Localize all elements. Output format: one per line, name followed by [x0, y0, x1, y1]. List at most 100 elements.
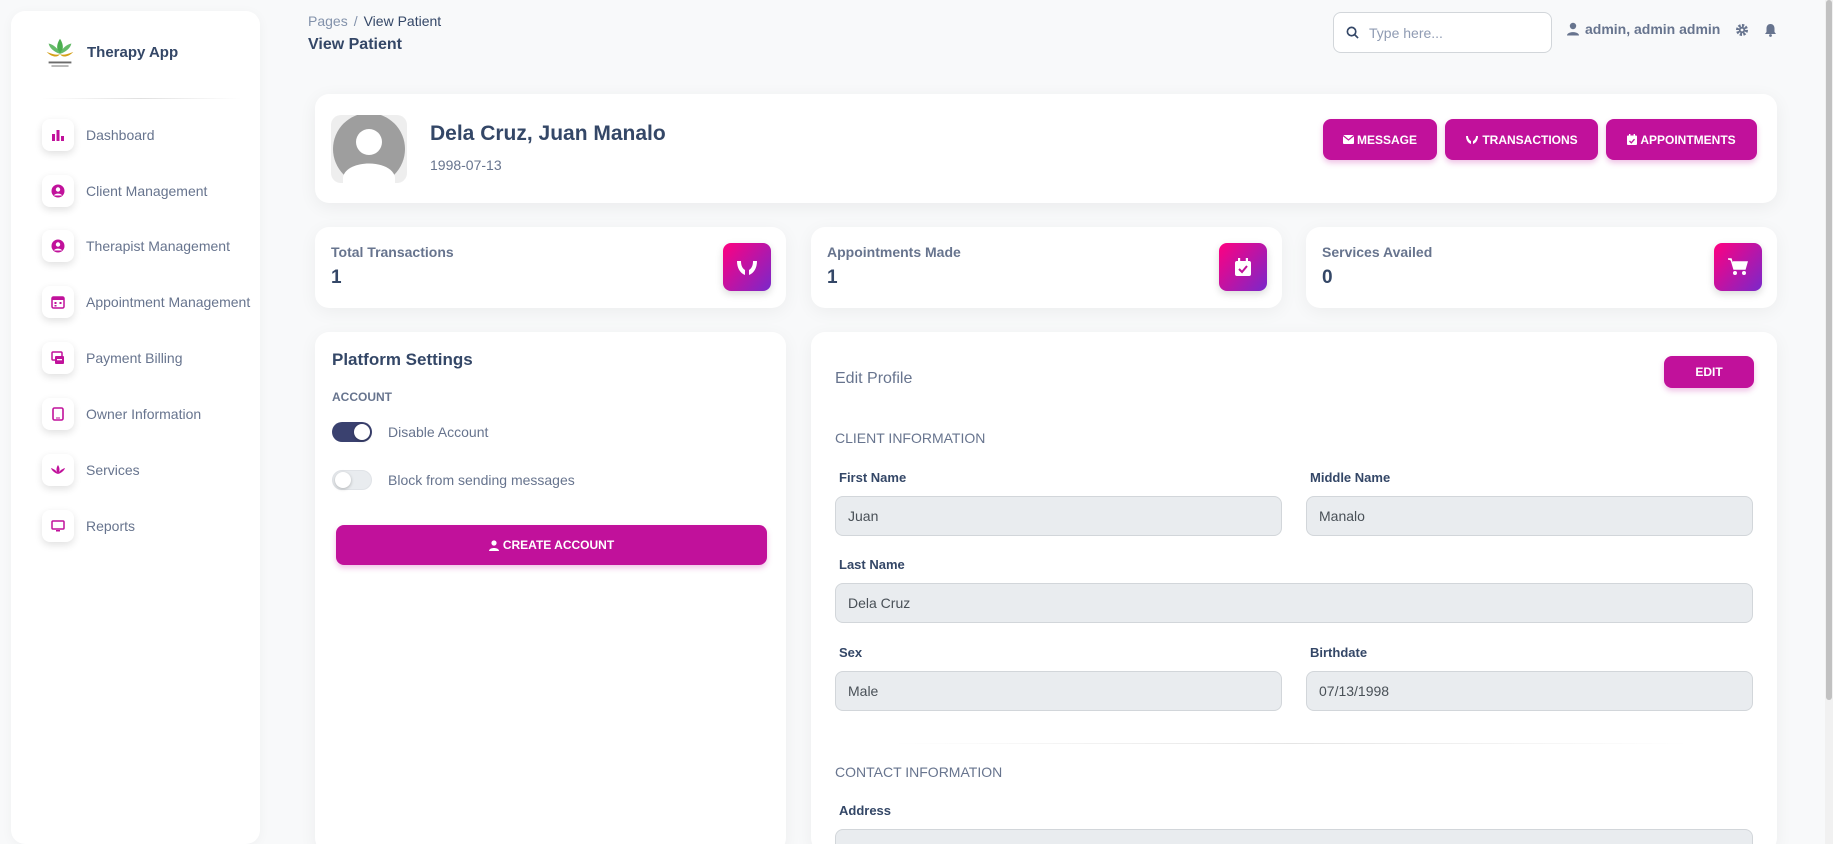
gear-icon[interactable]: [1735, 23, 1749, 37]
search-icon: [1346, 26, 1359, 39]
message-button-label: MESSAGE: [1356, 132, 1417, 147]
sidebar: Therapy App Dashboard Client Management …: [11, 11, 260, 844]
breadcrumb-separator: /: [353, 13, 358, 29]
sidebar-item-label: Payment Billing: [86, 350, 183, 366]
monitor-icon: [42, 510, 74, 542]
sidebar-item-payment-billing[interactable]: Payment Billing: [42, 340, 272, 376]
block-messages-toggle[interactable]: [332, 470, 372, 490]
stat-label: Appointments Made: [827, 244, 961, 260]
bell-icon[interactable]: [1764, 23, 1777, 37]
stat-card-services-availed: Services Availed 0: [1306, 227, 1777, 308]
sidebar-item-therapist-management[interactable]: Therapist Management: [42, 228, 272, 264]
appointments-button-label: APPOINTMENTS: [1640, 132, 1736, 147]
sidebar-item-client-management[interactable]: Client Management: [42, 173, 272, 209]
transactions-button-label: TRANSACTIONS: [1482, 132, 1578, 147]
cart-icon: [1714, 243, 1762, 291]
sidebar-item-label: Owner Information: [86, 406, 202, 422]
address-label: Address: [839, 803, 892, 818]
toggle-label: Disable Account: [388, 424, 489, 440]
patient-name: Dela Cruz, Juan Manalo: [430, 122, 666, 145]
hands-icon: [1466, 136, 1479, 144]
sidebar-item-label: Appointment Management: [86, 294, 251, 310]
sidebar-item-owner-information[interactable]: Owner Information: [42, 396, 272, 432]
message-button[interactable]: MESSAGE: [1323, 119, 1437, 160]
user-circle-icon: [42, 230, 74, 262]
stat-label: Total Transactions: [331, 244, 454, 260]
address-field[interactable]: [835, 829, 1753, 844]
client-information-heading: CLIENT INFORMATION: [835, 430, 986, 446]
create-account-button[interactable]: CREATE ACCOUNT: [336, 525, 767, 565]
sidebar-item-label: Client Management: [86, 183, 208, 199]
sex-label: Sex: [839, 645, 863, 660]
edit-button[interactable]: EDIT: [1664, 356, 1754, 388]
user-name: admin, admin admin: [1585, 21, 1721, 37]
contact-information-heading: CONTACT INFORMATION: [835, 764, 1003, 780]
calendar-check-icon: [1219, 243, 1267, 291]
create-account-label: CREATE ACCOUNT: [502, 538, 615, 552]
section-divider: [891, 743, 1691, 744]
last-name-label: Last Name: [839, 557, 905, 572]
block-messages-row: Block from sending messages: [332, 470, 575, 490]
tablet-icon: [42, 398, 74, 430]
stat-value: 1: [827, 267, 838, 288]
search-box[interactable]: [1333, 12, 1552, 53]
settings-title: Platform Settings: [332, 350, 473, 369]
sidebar-item-label: Reports: [86, 518, 136, 534]
page-scrollbar[interactable]: [1825, 0, 1833, 844]
first-name-field[interactable]: [835, 496, 1282, 536]
sidebar-item-label: Services: [86, 462, 140, 478]
transactions-button[interactable]: TRANSACTIONS: [1445, 119, 1598, 160]
user-circle-icon: [42, 175, 74, 207]
sidebar-divider: [41, 98, 241, 99]
sidebar-item-appointment-management[interactable]: Appointment Management: [42, 284, 272, 320]
sidebar-item-reports[interactable]: Reports: [42, 508, 272, 544]
calendar-icon: [42, 286, 74, 318]
brand-logo: [46, 38, 74, 67]
sidebar-item-dashboard[interactable]: Dashboard: [42, 117, 272, 153]
first-name-label: First Name: [839, 470, 907, 485]
stat-label: Services Availed: [1322, 244, 1433, 260]
stat-value: 0: [1322, 267, 1333, 288]
toggle-label: Block from sending messages: [388, 472, 575, 488]
sidebar-item-services[interactable]: Services: [42, 452, 272, 488]
user-menu[interactable]: admin, admin admin: [1567, 21, 1720, 37]
breadcrumb-root[interactable]: Pages: [308, 13, 348, 29]
toggle-knob: [335, 472, 351, 488]
middle-name-field[interactable]: [1306, 496, 1753, 536]
birthdate-field[interactable]: [1306, 671, 1753, 711]
search-input[interactable]: [1369, 24, 1539, 41]
brand-name: Therapy App: [87, 43, 179, 61]
page-title: View Patient: [308, 36, 402, 53]
profile-card: Dela Cruz, Juan Manalo 1998-07-13 MESSAG…: [315, 94, 1777, 203]
settings-section-heading: ACCOUNT: [332, 390, 392, 404]
patient-birthdate: 1998-07-13: [430, 157, 502, 173]
edit-profile-card: Edit Profile EDIT CLIENT INFORMATION Fir…: [811, 332, 1777, 844]
disable-account-toggle[interactable]: [332, 422, 372, 442]
breadcrumb: Pages / View Patient: [308, 13, 441, 29]
user-icon: [488, 539, 499, 551]
calendar-check-icon: [1627, 134, 1638, 145]
stat-value: 1: [331, 267, 342, 288]
stat-card-appointments-made: Appointments Made 1: [811, 227, 1282, 308]
platform-settings-card: Platform Settings ACCOUNT Disable Accoun…: [315, 332, 786, 844]
breadcrumb-current: View Patient: [363, 13, 442, 29]
toggle-knob: [354, 424, 370, 440]
bar-chart-icon: [42, 119, 74, 151]
user-icon: [1567, 22, 1579, 36]
disable-account-row: Disable Account: [332, 422, 488, 442]
sidebar-item-label: Therapist Management: [86, 238, 230, 254]
last-name-field[interactable]: [835, 583, 1753, 623]
sidebar-item-label: Dashboard: [86, 127, 155, 143]
sex-field[interactable]: [835, 671, 1282, 711]
edit-profile-title: Edit Profile: [835, 370, 913, 387]
appointments-button[interactable]: APPOINTMENTS: [1606, 119, 1757, 160]
envelope-icon: [1342, 135, 1354, 144]
middle-name-label: Middle Name: [1310, 470, 1391, 485]
lotus-icon: [42, 454, 74, 486]
brand[interactable]: Therapy App: [41, 33, 178, 71]
scrollbar-thumb[interactable]: [1826, 0, 1832, 700]
billing-icon: [42, 342, 74, 374]
birthdate-label: Birthdate: [1310, 645, 1368, 660]
stat-card-total-transactions: Total Transactions 1: [315, 227, 786, 308]
avatar: [331, 115, 407, 183]
